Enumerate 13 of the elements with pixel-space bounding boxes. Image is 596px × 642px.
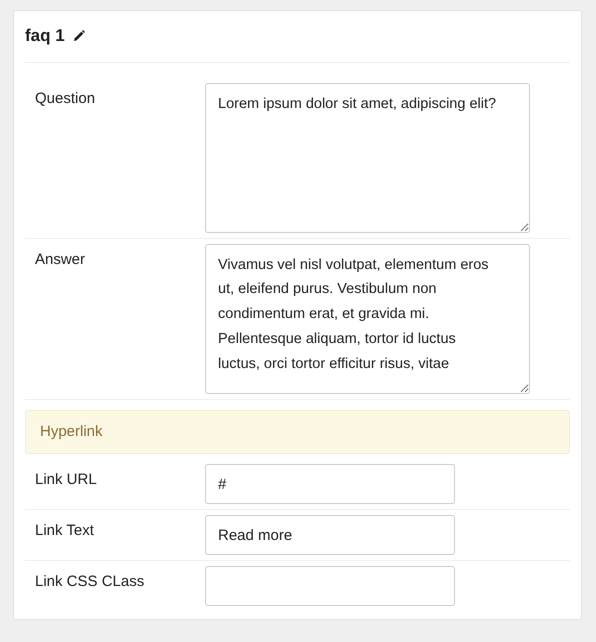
field-label: Answer [34,250,86,270]
field-label: Question [34,88,96,108]
field-label: Link Text [34,521,95,541]
field-label: Link URL [34,470,98,490]
input-field[interactable]: # [205,464,455,504]
text-area[interactable]: Vivamus vel nisl volutpat, elementum eros ut, eleifend purus. Vestibulum non condimentum erat, et gravida mi. Pellentesque aliquam, tortor id luctus luctus, orci tortor efficitur risus, vitae [205,244,530,394]
card-title: faq 1 [25,25,65,47]
input-field[interactable]: Read more [205,515,455,555]
section-heading: Hyperlink [25,410,570,454]
pencil-icon[interactable] [72,30,85,42]
text-area[interactable]: Lorem ipsum dolor sit amet, adipiscing elit? [205,82,530,232]
input-field[interactable] [205,566,455,606]
field-label: Link CSS CLass [34,572,146,592]
